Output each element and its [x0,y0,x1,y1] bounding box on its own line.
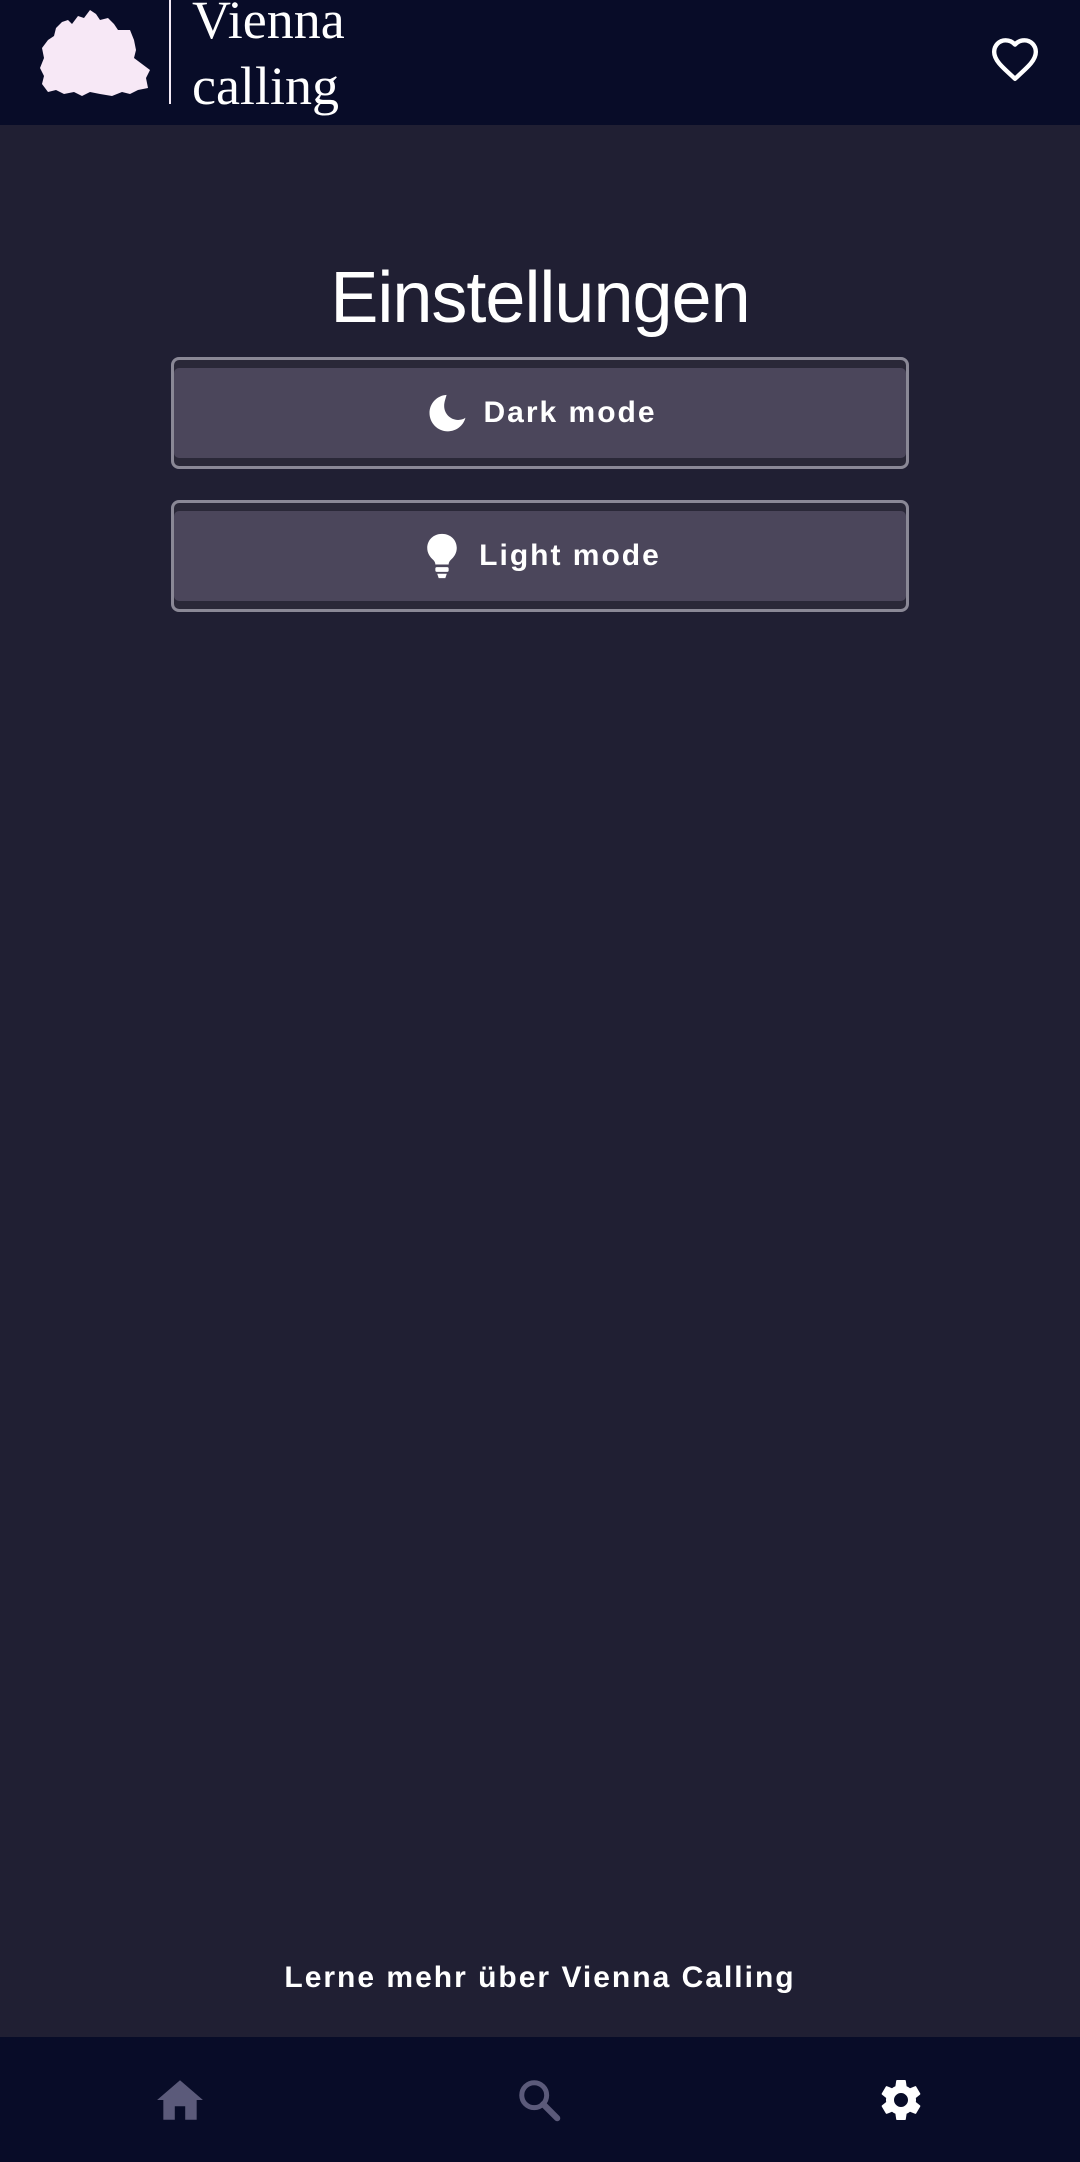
logo-divider [169,0,171,104]
nav-settings-button[interactable] [841,2037,961,2162]
learn-more-link[interactable]: Lerne mehr über Vienna Calling [0,1958,1080,1998]
search-icon [519,2079,561,2121]
dark-mode-button[interactable]: Dark mode [171,357,909,469]
logo-line-2: calling [192,56,339,116]
favorites-button[interactable] [980,26,1050,92]
vienna-map-logo-icon [40,10,150,96]
bottom-nav [0,2037,1080,2162]
lightbulb-icon [419,533,465,579]
logo-line-1: Vienna [192,0,345,50]
light-mode-button[interactable]: Light mode [171,500,909,612]
heart-outline-icon [991,38,1039,81]
light-mode-label: Light mode [479,539,661,572]
gear-icon [881,2079,921,2120]
moon-icon [423,390,469,436]
home-icon [157,2079,203,2120]
app-header: Vienna calling [0,0,1080,125]
nav-home-button[interactable] [120,2037,240,2162]
nav-search-button[interactable] [479,2037,599,2162]
page-title: Einstellungen [330,258,750,338]
dark-mode-label: Dark mode [483,396,657,429]
